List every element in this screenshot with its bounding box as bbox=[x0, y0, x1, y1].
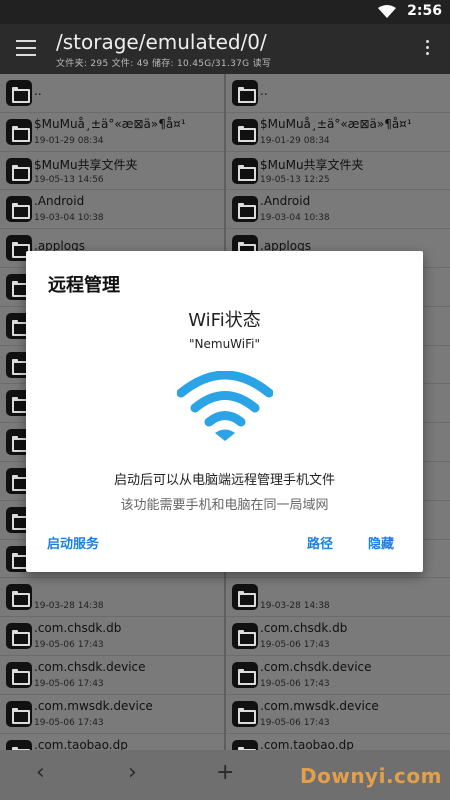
file-name: .com.taobao.dp bbox=[34, 737, 128, 750]
folder-icon bbox=[232, 80, 258, 106]
path-button[interactable]: 路径 bbox=[307, 533, 333, 552]
back-button[interactable]: ‹ bbox=[36, 760, 45, 785]
menu-icon[interactable] bbox=[16, 40, 36, 56]
folder-icon bbox=[232, 196, 258, 223]
file-date: 19-05-13 12:25 bbox=[260, 174, 330, 185]
file-name: $MuMu共享文件夹 bbox=[260, 157, 364, 172]
clock: 2:56 bbox=[407, 3, 442, 19]
file-date: 19-03-28 14:38 bbox=[260, 601, 330, 612]
file-date: 19-03-28 14:38 bbox=[34, 601, 104, 612]
folder-icon bbox=[6, 196, 32, 223]
app-toolbar: /storage/emulated/0/ 文件夹: 295 文件: 49 储存:… bbox=[0, 24, 450, 74]
file-row[interactable]: $MuMuå¸±ä°«æ⊠ä»¶å¤¹ 19-01-29 08:34 bbox=[0, 113, 224, 152]
file-name: .. bbox=[34, 84, 42, 98]
wifi-icon bbox=[177, 371, 273, 441]
wifi-signal-icon bbox=[378, 5, 396, 18]
wifi-ssid: "NemuWiFi" bbox=[189, 337, 260, 351]
file-name: .com.chsdk.device bbox=[260, 659, 372, 674]
forward-button[interactable]: › bbox=[128, 760, 137, 785]
file-date: 19-05-13 14:56 bbox=[34, 174, 104, 185]
watermark: Downyi.com bbox=[300, 764, 442, 788]
file-row[interactable]: .com.mwsdk.device 19-05-06 17:43 bbox=[226, 695, 450, 734]
file-name: $MuMuå¸±ä°«æ⊠ä»¶å¤¹ bbox=[34, 116, 186, 131]
file-date: 19-05-06 17:43 bbox=[260, 717, 330, 728]
file-row[interactable]: 19-03-28 14:38 bbox=[0, 578, 224, 618]
folder-icon bbox=[232, 739, 258, 750]
file-name: .com.chsdk.db bbox=[34, 621, 122, 636]
file-date: 19-05-06 17:43 bbox=[260, 640, 330, 651]
file-row[interactable]: .. bbox=[0, 74, 224, 113]
file-row[interactable]: 19-03-28 14:38 bbox=[226, 578, 450, 618]
file-row[interactable]: .Android 19-03-04 10:38 bbox=[226, 190, 450, 230]
file-row[interactable]: .com.chsdk.db 19-05-06 17:43 bbox=[0, 617, 224, 656]
file-row[interactable]: $MuMu共享文件夹 19-05-13 14:56 bbox=[0, 152, 224, 191]
file-row[interactable]: .com.mwsdk.device 19-05-06 17:43 bbox=[0, 695, 224, 734]
file-row[interactable]: .. bbox=[226, 74, 450, 113]
file-date: 19-03-04 10:38 bbox=[34, 213, 104, 224]
add-button[interactable]: + bbox=[216, 760, 234, 785]
file-name: .Android bbox=[34, 194, 85, 209]
file-name: .com.mwsdk.device bbox=[260, 698, 379, 713]
current-path: /storage/emulated/0/ bbox=[56, 30, 267, 54]
dialog-title: 远程管理 bbox=[48, 275, 120, 296]
file-date: 19-01-29 08:34 bbox=[260, 135, 330, 146]
remote-manage-dialog: 远程管理 WiFi状态 "NemuWiFi" 启动后可以从电脑端远程管理手机文件… bbox=[26, 251, 423, 572]
dialog-description: 启动后可以从电脑端远程管理手机文件 bbox=[113, 473, 335, 488]
file-name: .. bbox=[260, 84, 268, 98]
file-name: .com.chsdk.db bbox=[260, 621, 348, 636]
folder-icon bbox=[6, 623, 32, 650]
file-date: 19-05-06 17:43 bbox=[260, 678, 330, 689]
file-name: .com.chsdk.device bbox=[34, 659, 146, 674]
folder-icon bbox=[6, 118, 32, 145]
file-name: .com.taobao.dp bbox=[260, 737, 354, 750]
status-bar: 2:56 bbox=[0, 0, 450, 24]
folder-icon bbox=[232, 700, 258, 727]
more-options-icon[interactable] bbox=[426, 40, 430, 58]
folder-icon bbox=[6, 157, 32, 184]
folder-icon bbox=[232, 661, 258, 688]
folder-icon bbox=[6, 661, 32, 688]
file-row[interactable]: .com.chsdk.device 19-05-06 17:43 bbox=[0, 656, 224, 695]
folder-icon bbox=[6, 584, 32, 611]
folder-icon bbox=[232, 584, 258, 611]
hide-button[interactable]: 隐藏 bbox=[368, 533, 394, 552]
file-row[interactable]: .com.taobao.dp19-03-11 13:09 bbox=[0, 734, 224, 750]
file-row[interactable]: $MuMuå¸±ä°«æ⊠ä»¶å¤¹ 19-01-29 08:34 bbox=[226, 113, 450, 152]
file-date: 19-05-06 17:43 bbox=[34, 717, 104, 728]
wifi-state-label: WiFi状态 bbox=[188, 310, 261, 331]
file-name: .Android bbox=[260, 194, 311, 209]
file-row[interactable]: .Android 19-03-04 10:38 bbox=[0, 190, 224, 230]
file-date: 19-05-06 17:43 bbox=[34, 678, 104, 689]
dialog-note: 该功能需要手机和电脑在同一局域网 bbox=[120, 498, 329, 513]
storage-info: 文件夹: 295 文件: 49 储存: 10.45G/31.37G 读写 bbox=[56, 59, 272, 69]
folder-icon bbox=[232, 157, 258, 184]
file-row[interactable]: $MuMu共享文件夹 19-05-13 12:25 bbox=[226, 152, 450, 191]
file-date: 19-03-04 10:38 bbox=[260, 213, 330, 224]
folder-icon bbox=[232, 623, 258, 650]
folder-icon bbox=[232, 118, 258, 145]
file-name: $MuMuå¸±ä°«æ⊠ä»¶å¤¹ bbox=[260, 116, 412, 131]
file-date: 19-05-06 17:43 bbox=[34, 640, 104, 651]
file-date: 19-01-29 08:34 bbox=[34, 135, 104, 146]
file-row[interactable]: .com.taobao.dp19-03-11 13:09 bbox=[226, 734, 450, 750]
file-name: .com.mwsdk.device bbox=[34, 698, 153, 713]
start-service-button[interactable]: 启动服务 bbox=[47, 533, 99, 552]
folder-icon bbox=[6, 700, 32, 727]
file-row[interactable]: .com.chsdk.device 19-05-06 17:43 bbox=[226, 656, 450, 695]
file-name: $MuMu共享文件夹 bbox=[34, 157, 138, 172]
folder-icon bbox=[6, 739, 32, 750]
file-row[interactable]: .com.chsdk.db 19-05-06 17:43 bbox=[226, 617, 450, 656]
folder-icon bbox=[6, 80, 32, 106]
